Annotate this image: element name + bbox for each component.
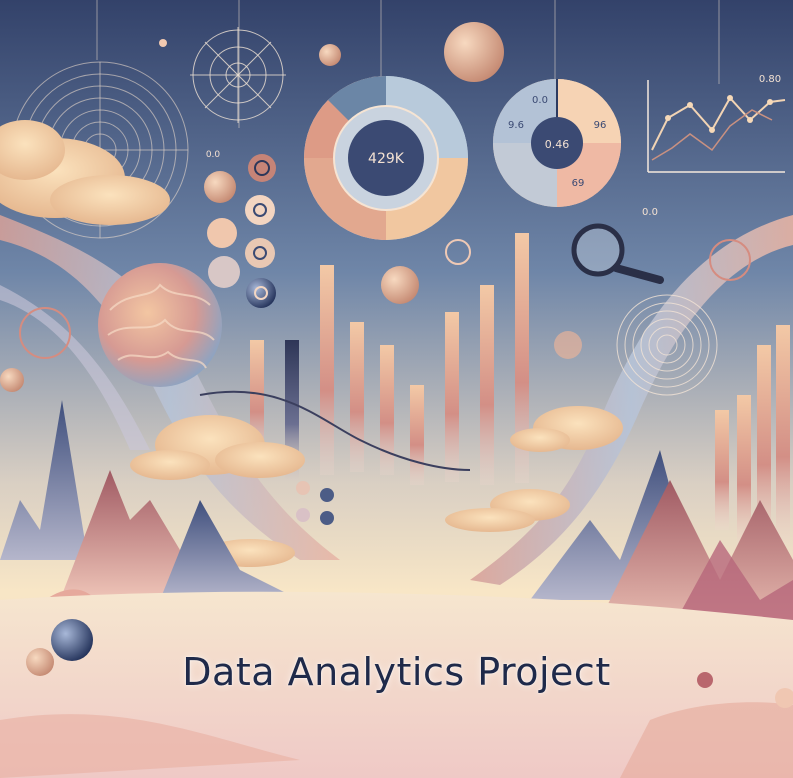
textured-sphere — [444, 22, 504, 82]
donut-center-label: 429K — [368, 151, 405, 167]
side-label: 0.0 — [206, 150, 221, 160]
pie-label: 0.0 — [532, 95, 548, 106]
artwork-scene: 429K 0.46 0.0 9.6 96 69 0.80 0.0 0.0 Data Analyt… — [0, 0, 793, 778]
pie-label: 9.6 — [508, 120, 524, 131]
line-chart-label: 0.80 — [759, 74, 781, 85]
pie-label: 69 — [572, 178, 585, 189]
sphere — [554, 331, 582, 359]
tiny-dot — [159, 39, 167, 47]
sphere — [381, 266, 419, 304]
sphere — [0, 368, 24, 392]
pie-center-label: 0.46 — [545, 138, 570, 151]
small-sphere — [319, 44, 341, 66]
brain-sphere — [98, 263, 222, 387]
pie-label: 96 — [594, 120, 607, 131]
bars-label: 0.0 — [642, 207, 658, 218]
page-title: Data Analytics Project — [182, 650, 611, 694]
